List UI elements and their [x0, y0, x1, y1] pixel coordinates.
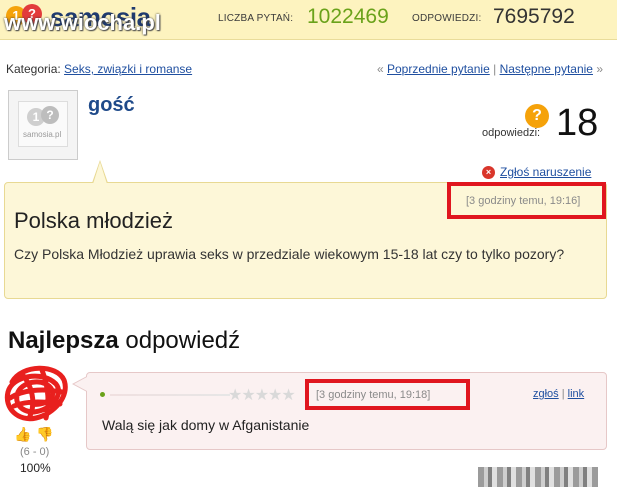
question-body: Czy Polska Młodzież uprawia seks w przed… [14, 246, 565, 262]
redacted-avatar-scribble [4, 365, 68, 422]
questions-count: 1022469 [307, 5, 389, 28]
blurred-region [478, 467, 598, 487]
question-timestamp-highlight [447, 182, 606, 219]
avatar-logo-text: samosia.pl [23, 130, 62, 139]
nav-suffix: » [596, 62, 603, 76]
answers-count-big: 18 [556, 102, 599, 144]
answer-report-link[interactable]: zgłoś [533, 388, 559, 400]
asker-name[interactable]: gość [88, 94, 135, 117]
question-bubble-tail-fill [93, 162, 107, 184]
rating-bar [110, 394, 230, 396]
thumb-down-icon[interactable]: 👎 [36, 427, 53, 443]
answer-body: Walą się jak domy w Afganistanie [102, 417, 310, 433]
questions-count-label: LICZBA PYTAŃ: [218, 13, 294, 24]
previous-question-link[interactable]: Poprzednie pytanie [387, 62, 490, 76]
best-answer-heading-rest: odpowiedź [125, 327, 241, 354]
next-question-link[interactable]: Następne pytanie [500, 62, 593, 76]
asker-avatar[interactable]: 1 ? samosia.pl [8, 90, 78, 160]
answer-bubble-tail-fill [74, 377, 87, 391]
thumb-up-icon[interactable]: 👍 [14, 427, 31, 443]
answers-label: odpowiedzi: [482, 127, 541, 139]
report-link[interactable]: Zgłoś naruszenie [500, 165, 591, 179]
header-bar: 1 ? samosia www.wiocha.pl LICZBA PYTAŃ: … [0, 0, 617, 40]
answer-links: zgłoś | link [533, 388, 584, 400]
vote-count: (6 - 0) [20, 446, 50, 458]
watermark: www.wiocha.pl [4, 10, 161, 35]
vote-percent: 100% [20, 461, 51, 475]
online-status-dot [100, 392, 105, 397]
best-answer-heading-bold: Najlepsza [8, 327, 119, 354]
category-label: Kategoria: [6, 62, 61, 76]
rating-stars[interactable]: ★★★★★ [228, 385, 296, 404]
nav-prefix: « [376, 62, 384, 76]
best-answer-heading: Najlepsza odpowiedź [8, 327, 240, 355]
question-title: Polska młodzież [14, 208, 173, 233]
answers-count-label: ODPOWIEDZI: [412, 13, 482, 24]
question-mark-icon: ? [525, 104, 549, 128]
avatar-badge-question: ? [41, 106, 59, 124]
answers-count: 7695792 [493, 5, 575, 28]
avatar-placeholder: 1 ? samosia.pl [18, 101, 68, 147]
question-navigation: « Poprzednie pytanie | Następne pytanie … [377, 62, 603, 76]
answer-links-separator: | [561, 388, 565, 400]
answer-permalink[interactable]: link [568, 388, 585, 400]
nav-separator: | [493, 62, 497, 76]
category-link[interactable]: Seks, związki i romanse [64, 62, 192, 76]
category-line: Kategoria: Seks, związki i romanse [6, 62, 192, 76]
answer-timestamp-highlight [305, 379, 470, 410]
report-icon[interactable]: × [482, 166, 495, 179]
